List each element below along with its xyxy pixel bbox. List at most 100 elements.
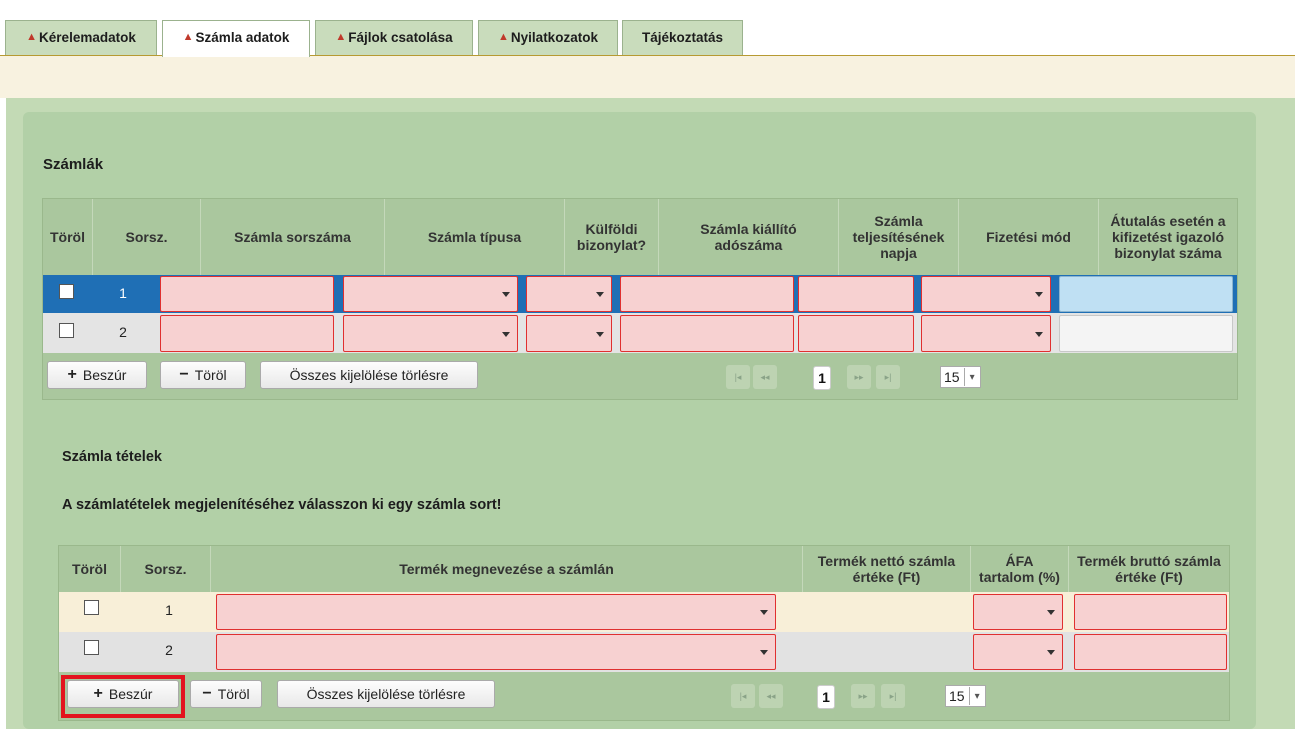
warning-icon: ▲ [182,31,194,43]
last-page-icon[interactable]: ▸| [881,684,905,708]
chevron-down-icon [502,331,510,337]
page-size-select[interactable]: 15 ▾ [945,685,986,707]
table-row[interactable]: 1 [59,592,1229,632]
col-header[interactable]: Számla sorszáma [201,199,385,275]
chevron-down-icon [1047,610,1055,615]
select-all-for-delete-button[interactable]: Összes kijelölése törlésre [277,680,495,708]
tab-kerelemadatok[interactable]: ▲ Kérelemadatok [5,20,157,56]
chevron-down-icon [1047,650,1055,655]
col-header[interactable]: Termék bruttó számla értéke (Ft) [1069,546,1229,592]
vat-rate-select[interactable] [973,634,1063,670]
chevron-down-icon: ▾ [963,368,980,386]
chevron-down-icon [502,292,510,297]
transfer-document-number-input[interactable] [1059,276,1233,312]
invoice-items-grid: Töröl Sorsz. Termék megnevezése a számlá… [58,545,1230,721]
row-number: 1 [165,602,173,618]
tab-nyilatkozatok[interactable]: ▲ Nyilatkozatok [478,20,618,56]
invoices-grid: Töröl Sorsz. Számla sorszáma Számla típu… [42,198,1238,400]
col-header[interactable]: Átutalás esetén a kifizetést igazoló biz… [1099,199,1237,275]
row-number: 2 [119,324,127,340]
col-header[interactable]: ÁFA tartalom (%) [971,546,1069,592]
prev-page-icon[interactable]: ◂◂ [759,684,783,708]
row-delete-checkbox[interactable] [59,323,74,338]
current-page[interactable]: 1 [813,366,831,390]
invoice-number-input[interactable] [160,276,334,312]
next-page-icon[interactable]: ▸▸ [851,684,875,708]
items-header: Töröl Sorsz. Termék megnevezése a számlá… [59,546,1229,592]
page-size-value: 15 [944,369,960,385]
prev-page-icon[interactable]: ◂◂ [753,365,777,389]
chevron-down-icon [760,650,768,655]
chevron-down-icon [1035,331,1043,337]
tab-label: Fájlok csatolása [348,30,453,45]
chevron-down-icon [1035,292,1043,297]
table-row[interactable]: 2 [59,632,1229,672]
fulfillment-date-input[interactable] [798,276,914,312]
row-delete-checkbox[interactable] [59,284,74,299]
chevron-down-icon: ▾ [968,687,985,705]
delete-button[interactable]: − Töröl [190,680,262,708]
last-page-icon[interactable]: ▸| [876,365,900,389]
insert-label: Beszúr [82,367,127,383]
fulfillment-date-input[interactable] [798,315,914,352]
issuer-tax-number-input[interactable] [620,276,794,312]
vat-rate-select[interactable] [973,594,1063,630]
tab-fajlok-csatolasa[interactable]: ▲ Fájlok csatolása [315,20,473,56]
col-header[interactable]: Számla teljesítésének napja [839,199,959,275]
payment-method-select[interactable] [921,276,1051,312]
col-header[interactable]: Számla kiállító adószáma [659,199,839,275]
chevron-down-icon [760,610,768,615]
row-delete-checkbox[interactable] [84,640,99,655]
tab-label: Nyilatkozatok [510,30,598,45]
gross-value-input[interactable] [1074,594,1227,630]
tab-label: Kérelemadatok [39,30,136,45]
next-page-icon[interactable]: ▸▸ [847,365,871,389]
tab-bar: ▲ Kérelemadatok ▲ Számla adatok ▲ Fájlok… [0,0,1295,57]
current-page[interactable]: 1 [817,685,835,709]
delete-button[interactable]: − Töröl [160,361,246,389]
col-header[interactable]: Sorsz. [121,546,211,592]
issuer-tax-number-input[interactable] [620,315,794,352]
chevron-down-icon [596,292,604,297]
invoice-type-select[interactable] [343,276,518,312]
row-number: 2 [165,642,173,658]
col-header[interactable]: Termék megnevezése a számlán [211,546,803,592]
row-number: 1 [119,285,127,301]
page-size-select[interactable]: 15 ▾ [940,366,981,388]
table-row[interactable]: 2 [43,313,1237,353]
col-header[interactable]: Töröl [43,199,93,275]
tab-label: Számla adatok [195,30,290,45]
col-header[interactable]: Töröl [59,546,121,592]
foreign-document-select[interactable] [526,315,612,352]
col-header[interactable]: Termék nettó számla értéke (Ft) [803,546,971,592]
gross-value-input[interactable] [1074,634,1227,670]
col-header[interactable]: Külföldi bizonylat? [565,199,659,275]
tab-label: Tájékoztatás [641,30,724,45]
col-header[interactable]: Számla típusa [385,199,565,275]
transfer-document-number-input[interactable] [1059,315,1233,352]
payment-method-select[interactable] [921,315,1051,352]
invoices-header: Töröl Sorsz. Számla sorszáma Számla típu… [43,199,1237,275]
first-page-icon[interactable]: |◂ [726,365,750,389]
warning-icon: ▲ [26,31,38,43]
page-size-value: 15 [949,688,965,704]
tab-tajekoztatas[interactable]: Tájékoztatás [622,20,743,56]
invoices-title: Számlák [43,156,104,173]
product-name-select[interactable] [216,634,776,670]
row-delete-checkbox[interactable] [84,600,99,615]
insert-button[interactable]: + Beszúr [47,361,147,389]
foreign-document-select[interactable] [526,276,612,312]
col-header[interactable]: Sorsz. [93,199,201,275]
first-page-icon[interactable]: |◂ [731,684,755,708]
highlight-box [61,675,185,718]
toolbar-strip [0,56,1295,98]
product-name-select[interactable] [216,594,776,630]
select-all-for-delete-button[interactable]: Összes kijelölése törlésre [260,361,478,389]
invoice-type-select[interactable] [343,315,518,352]
invoice-items-hint: A számlatételek megjelenítéséhez válassz… [62,497,502,513]
invoice-number-input[interactable] [160,315,334,352]
col-header[interactable]: Fizetési mód [959,199,1099,275]
tab-szamla-adatok[interactable]: ▲ Számla adatok [162,20,310,57]
table-row[interactable]: 1 [43,275,1237,313]
delete-label: Töröl [217,686,250,702]
